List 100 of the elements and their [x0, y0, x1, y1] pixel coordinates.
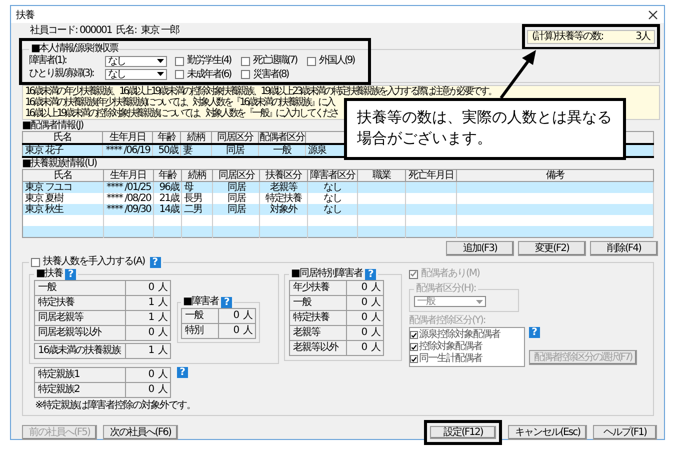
action-button[interactable]: 追加(F3) [446, 241, 514, 256]
checkbox[interactable]: 死亡退職(7) [241, 55, 307, 67]
section-title: ■扶養親族情報(U) [22, 158, 97, 169]
action-button[interactable]: 変更(F2) [518, 241, 586, 256]
table-cell: 同居 [227, 204, 246, 215]
footer-button[interactable]: 設定(F12) [424, 420, 502, 445]
group-title: ■扶養 [36, 268, 62, 280]
column-header: 氏名 [22, 170, 103, 182]
checkbox[interactable]: 勤労学生(4) [175, 55, 241, 67]
count-label: 特定親族2 [38, 384, 80, 395]
dropdown[interactable]: なし [105, 56, 167, 66]
column-header: 配偶者区分 [258, 132, 306, 144]
table-cell: **** /09/30 [106, 204, 151, 215]
dropdown[interactable]: なし [105, 68, 167, 80]
count-label: 特定親族1 [38, 369, 80, 380]
table-cell: なし [323, 204, 342, 215]
count-field: (計算)扶養等の数: 3人 [527, 30, 655, 44]
count-label: 16歳未満の扶養親族 [38, 345, 121, 356]
field-label: 配偶者控除区分(Y): [409, 315, 486, 327]
footer-button[interactable]: キャンセル(Esc) [508, 425, 587, 440]
count-label: 一般 [185, 310, 203, 321]
footer-button[interactable]: ヘルプ(F1) [593, 425, 657, 440]
column-header: 職業 [358, 170, 406, 182]
count-value: 0 人 [361, 282, 380, 293]
table-cell: 母 [184, 182, 193, 193]
table-cell: 同居 [227, 182, 246, 193]
caret-icon [157, 59, 164, 63]
count-label: 一般 [38, 282, 56, 293]
table-cell: 東京 夏樹 [25, 193, 64, 204]
action-button[interactable]: 削除(F4) [590, 241, 658, 256]
table-cell: 二男 [184, 204, 202, 215]
employee-info: 社員コード: 000001 氏名: 東京 一郎 [30, 25, 179, 37]
notice-text: 16歳以上19歳未満の控除対象扶養親族については、対象人数を『一般』に入力してくださ [25, 108, 338, 119]
group-title: ■障害者 [183, 296, 218, 308]
table-cell: 源泉 [308, 145, 326, 156]
window-title: 扶養 [16, 8, 34, 22]
count-label: 特定扶養 [293, 312, 329, 323]
field-label: ひとり親/寡婦(3): [29, 68, 95, 80]
table-cell: 14歳 [159, 204, 179, 215]
count-value: 1 人 [148, 312, 167, 323]
count-label: 年少扶養 [293, 282, 329, 293]
table-cell: 同居 [227, 193, 246, 204]
table-cell: 一般 [273, 145, 291, 156]
table-cell: **** /08/20 [106, 193, 151, 204]
table-cell: 96歳 [159, 182, 179, 193]
count-label: 老親等 [293, 327, 320, 338]
column-header: 生年月日 [103, 170, 154, 182]
table-cell: 50歳 [158, 145, 178, 156]
notice-text: 16歳未満の年少扶養親族、16歳以上19歳未満の控除対象扶養親族、19歳以上23歳未満の特定扶養親族を入力する際は注意が必要です。 [25, 86, 496, 97]
count-value: 0 人 [233, 325, 252, 336]
table-cell: 21歳 [159, 193, 179, 204]
column-header: 年齢 [153, 170, 182, 182]
help-icon[interactable]: ? [177, 367, 188, 378]
table-cell: **** /06/19 [106, 145, 150, 156]
column-header: 扶養区分 [260, 170, 308, 182]
column-header: 続柄 [181, 170, 213, 182]
help-icon[interactable]: ? [221, 296, 232, 308]
table-cell: なし [323, 193, 342, 204]
column-header: 障害者区分 [307, 170, 358, 182]
table-cell: 老親等 [270, 182, 298, 193]
group-title: 配偶者区分(H): [416, 283, 476, 295]
close-icon[interactable] [648, 10, 658, 20]
checkbox[interactable]: 外国人(9) [307, 55, 373, 67]
help-icon[interactable]: ? [150, 256, 161, 268]
count-value: 0 人 [361, 342, 380, 353]
table-cell: 同居 [226, 145, 244, 156]
count-value: 0 人 [148, 369, 167, 380]
checkbox[interactable]: 扶養人数を手入力する(A) [31, 256, 145, 268]
help-icon[interactable]: ? [65, 268, 76, 280]
count-value: 0 人 [148, 282, 167, 293]
checkbox[interactable]: 災害者(8) [241, 68, 307, 80]
caret-icon [476, 300, 483, 304]
table-cell: 長男 [184, 193, 202, 204]
footer-button[interactable]: 次の社員へ(F6) [102, 425, 178, 440]
table-cell: 妻 [183, 145, 192, 156]
notice-text: 16歳未満の扶養親族(年少扶養親族)については、対象人数を『16歳未満の扶養親族』に入 [25, 97, 334, 108]
count-value: 0 人 [233, 310, 252, 321]
column-header: 備考 [456, 170, 654, 182]
count-value: 1 人 [148, 345, 167, 356]
table-cell: 対象外 [270, 204, 298, 215]
column-header: 生年月日 [102, 132, 152, 144]
column-header: 氏名 [22, 132, 102, 144]
check-icon [410, 270, 417, 278]
column-header: 同居区分 [212, 170, 260, 182]
callout-text: 扶養等の数は、実際の人数とは異なる場合がございます。 [357, 108, 612, 147]
count-value: 0 人 [361, 312, 380, 323]
count-label: 同居老親等 [38, 312, 83, 323]
checkbox[interactable]: 未成年者(6) [175, 68, 241, 80]
count-label: 老親等以外 [293, 342, 338, 353]
table-cell: なし [323, 182, 342, 193]
help-icon[interactable]: ? [365, 268, 376, 280]
table-cell: 東京 花子 [25, 145, 64, 156]
group-title: ■同居特別障害者 [291, 268, 362, 280]
count-value: 0 人 [148, 384, 167, 395]
count-label: 一般 [293, 297, 311, 308]
count-label: 同居老親等以外 [38, 327, 101, 338]
count-value: 1 人 [148, 297, 167, 308]
note-text: ※特定親族は障害者控除の対象外です。 [35, 400, 196, 412]
column-header: 同居区分 [212, 132, 258, 144]
table-cell: 東京 秋生 [25, 204, 64, 215]
